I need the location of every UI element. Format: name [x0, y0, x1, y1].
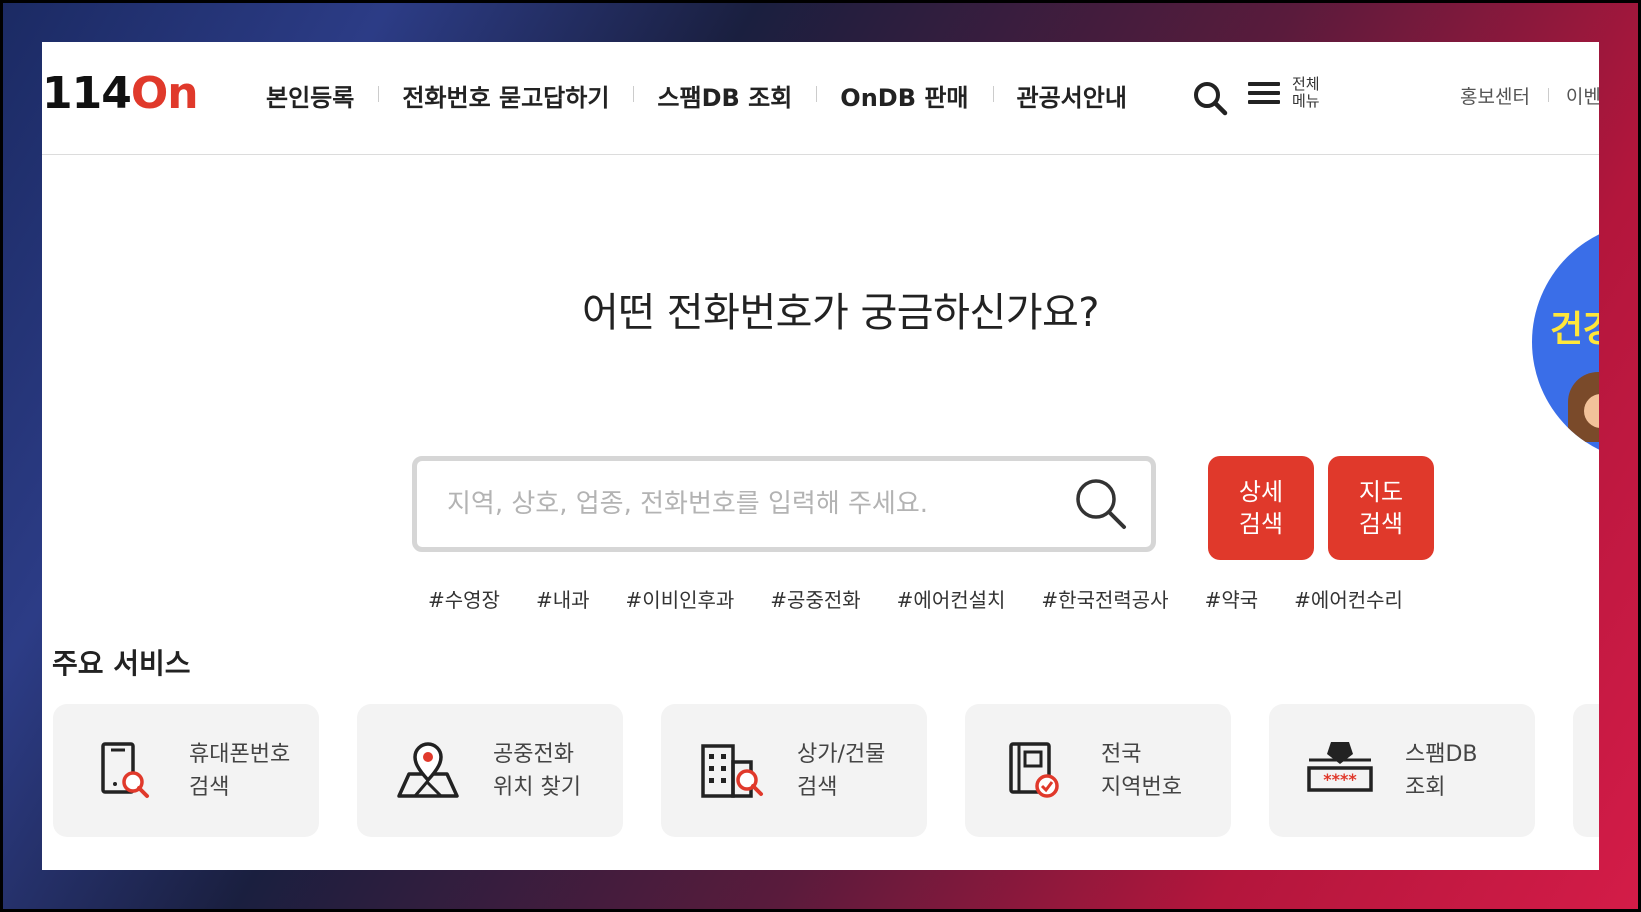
service-card-label-line1: 스팸DB: [1405, 741, 1478, 767]
all-menu-label-line1: 전체: [1292, 75, 1320, 93]
nav-item-ondb-sales[interactable]: OnDB 판매: [816, 78, 992, 113]
detail-search-label-2: 검색: [1238, 510, 1284, 538]
service-cards: 휴대폰번호 검색 공중전화 위치 찾기 상가/건물 검색 전국 지역번호 ***…: [53, 704, 1599, 837]
section-title-main-services: 주요 서비스: [52, 647, 191, 680]
search-box: [412, 456, 1156, 552]
tag-link[interactable]: #내과: [536, 584, 590, 613]
popular-tags: #수영장 #내과 #이비인후과 #공중전화 #에어컨설치 #한국전력공사 #약국…: [428, 584, 1439, 613]
all-menu-button[interactable]: 전체 메뉴: [1248, 76, 1328, 110]
main-nav: 본인등록 전화번호 묻고답하기 스팸DB 조회 OnDB 판매 관공서안내: [242, 78, 1151, 113]
promo-character: [1568, 372, 1599, 442]
tag-link[interactable]: #수영장: [428, 584, 500, 613]
service-card-label-line2: 조회: [1405, 774, 1446, 800]
util-link-pr-center[interactable]: 홍보센터: [1442, 82, 1548, 109]
logo-number: 114: [42, 68, 132, 119]
service-card-label: 공중전화 위치 찾기: [493, 738, 581, 804]
service-card-payphone-location[interactable]: 공중전화 위치 찾기: [357, 704, 623, 837]
header: 114On 본인등록 전화번호 묻고답하기 스팸DB 조회 OnDB 판매 관공…: [42, 42, 1599, 155]
search-icon[interactable]: [1073, 476, 1129, 532]
hamburger-icon: [1248, 79, 1280, 107]
service-card-label: 스팸DB 조회: [1405, 738, 1478, 804]
service-card-area-code[interactable]: 전국 지역번호: [965, 704, 1231, 837]
tag-link[interactable]: #한국전력공사: [1041, 584, 1168, 613]
service-card-mobile-search[interactable]: 휴대폰번호 검색: [53, 704, 319, 837]
nav-item-spam-db[interactable]: 스팸DB 조회: [633, 78, 816, 113]
service-card-label: 전국 지역번호: [1101, 738, 1182, 804]
detail-search-label-1: 상세: [1238, 478, 1284, 506]
svg-text:****: ****: [1323, 770, 1357, 789]
service-card-label-line2: 검색: [189, 774, 230, 800]
utility-links: 홍보센터 이벤: [1442, 82, 1599, 109]
tag-link[interactable]: #이비인후과: [626, 584, 735, 613]
map-search-label-1: 지도: [1358, 478, 1404, 506]
logo-on: On: [130, 68, 199, 119]
nav-item-public-office[interactable]: 관공서안내: [992, 78, 1151, 113]
logo[interactable]: 114On: [42, 72, 199, 116]
nav-item-qna[interactable]: 전화번호 묻고답하기: [378, 78, 633, 113]
tag-link[interactable]: #에어컨설치: [897, 584, 1006, 613]
map-pin-icon: [397, 741, 459, 798]
detail-search-button[interactable]: 상세 검색: [1208, 456, 1314, 560]
service-card-label-line1: 상가/건물: [797, 741, 886, 767]
service-card-building-search[interactable]: 상가/건물 검색: [661, 704, 927, 837]
service-card-label: 휴대폰번호 검색: [189, 738, 290, 804]
service-card-next[interactable]: [1573, 704, 1599, 837]
promo-text: 건강: [1550, 309, 1599, 350]
map-search-label-2: 검색: [1358, 510, 1404, 538]
all-menu-label: 전체 메뉴: [1292, 76, 1328, 110]
promo-banner[interactable]: 건강: [1532, 222, 1599, 462]
building-search-icon: [701, 743, 763, 798]
service-card-label: 상가/건물 검색: [797, 738, 885, 804]
service-card-label-line1: 공중전화: [493, 741, 574, 767]
page: 114On 본인등록 전화번호 묻고답하기 스팸DB 조회 OnDB 판매 관공…: [42, 42, 1599, 870]
service-card-label-line2: 검색: [797, 774, 838, 800]
page-title: 어떤 전화번호가 궁금하신가요?: [581, 290, 1100, 336]
tag-link[interactable]: #에어컨수리: [1294, 584, 1403, 613]
search-input[interactable]: [417, 464, 1073, 544]
mobile-search-icon: [101, 741, 149, 798]
map-search-button[interactable]: 지도 검색: [1328, 456, 1434, 560]
service-card-label-line2: 위치 찾기: [493, 774, 581, 800]
service-card-label-line1: 휴대폰번호: [189, 741, 291, 767]
header-search-icon[interactable]: [1192, 80, 1228, 116]
service-card-label-line1: 전국: [1101, 741, 1142, 767]
util-link-event[interactable]: 이벤: [1547, 82, 1599, 109]
spam-shield-icon: ****: [1307, 741, 1373, 792]
all-menu-label-line2: 메뉴: [1292, 92, 1320, 110]
nav-item-register[interactable]: 본인등록: [242, 78, 378, 113]
phone-book-icon: [1009, 741, 1059, 798]
tag-link[interactable]: #공중전화: [770, 584, 860, 613]
service-card-label-line2: 지역번호: [1101, 774, 1182, 800]
service-card-spam-db[interactable]: **** 스팸DB 조회: [1269, 704, 1535, 837]
tag-link[interactable]: #약국: [1205, 584, 1259, 613]
